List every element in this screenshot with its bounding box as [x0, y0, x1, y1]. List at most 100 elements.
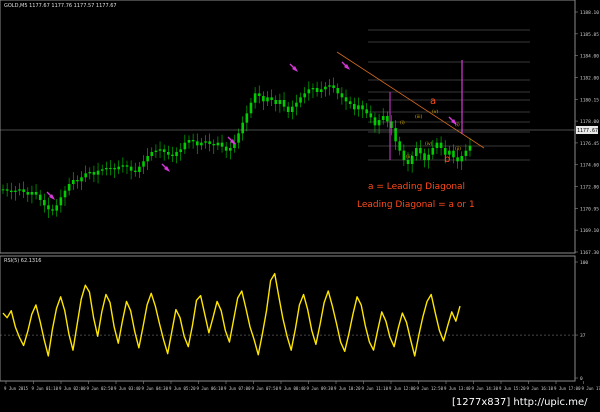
candle-body [80, 177, 83, 182]
candle-body [195, 141, 199, 146]
candle-body [386, 116, 389, 122]
candle-body [423, 153, 426, 160]
time-tick-label: 9 Jun 10:20 [334, 386, 361, 391]
rsi-tick-label: 0 [580, 376, 583, 382]
candle-body [9, 190, 13, 192]
candle-body [47, 205, 50, 210]
candle-body [241, 122, 244, 134]
wave-label: (ii) [455, 146, 461, 152]
candle-body [402, 150, 406, 160]
candle-body [43, 200, 46, 206]
candle-body [414, 148, 418, 156]
candle-body [51, 209, 54, 211]
candle-body [220, 142, 224, 147]
time-tick-label: 9 Jun 04:30 [142, 386, 169, 391]
candle-body [208, 141, 211, 144]
candle-body [109, 168, 112, 169]
candle-body [191, 140, 195, 142]
wave-label: (ii) [406, 154, 412, 160]
candle-body [121, 165, 125, 167]
candle-body [55, 205, 59, 211]
candle-body [224, 146, 228, 151]
candle-body [125, 165, 129, 167]
price-tick-label: 1188.10 [580, 10, 599, 16]
annotation-note-1: a = Leading Diagonal [368, 182, 465, 192]
price-tick-label: 1172.80 [580, 185, 599, 191]
candle-body [324, 86, 327, 90]
price-tick-label: 1169.10 [580, 228, 599, 234]
candle-body [237, 133, 240, 143]
candle-body [274, 100, 278, 104]
rsi-panel[interactable] [0, 255, 576, 382]
time-tick-label: 9 Jun 11:10 [362, 386, 389, 391]
candle-body [229, 148, 232, 151]
rsi-tick-label: 37 [580, 333, 586, 339]
price-tick-label: 1176.45 [580, 141, 599, 147]
candle-body [183, 142, 187, 150]
candle-body [439, 142, 443, 148]
candle-body [299, 97, 302, 103]
trading-chart[interactable]: GOLD,M5 1177.67 1177.76 1177.57 1177.67 … [0, 0, 600, 412]
time-tick-label: 9 Jun 09:30 [307, 386, 334, 391]
candle-body [158, 149, 162, 151]
price-panel[interactable] [0, 0, 576, 254]
candle-body [162, 149, 166, 152]
candle-body [377, 120, 381, 126]
candle-body [129, 166, 133, 171]
candle-body [92, 172, 96, 175]
time-tick-label: 9 Jun 02:00 [59, 386, 86, 391]
price-tick-label: 1184.00 [580, 54, 599, 60]
candle-body [26, 192, 30, 195]
time-tick-label: 9 Jun 13:40 [444, 386, 471, 391]
wave-label-b: b [444, 154, 450, 165]
candle-body [249, 102, 253, 114]
candle-body [468, 145, 472, 151]
candle-body [352, 104, 356, 110]
candle-body [34, 192, 38, 195]
price-tick-label: 1180.15 [580, 97, 599, 103]
candle-body [365, 109, 368, 114]
time-tick-label: 9 Jun 17:00 [554, 386, 581, 391]
candle-body [38, 194, 42, 200]
time-tick-label: 9 Jun 06:10 [197, 386, 224, 391]
candle-body [328, 85, 331, 87]
candle-body [295, 102, 298, 107]
candle-body [373, 117, 377, 126]
candle-body [142, 161, 145, 167]
candle-body [332, 85, 335, 88]
candle-body [71, 180, 75, 184]
candle-body [290, 106, 294, 112]
candle-body [390, 121, 393, 128]
price-tick-label: 1182.00 [580, 75, 599, 81]
candle-body [96, 170, 100, 175]
time-tick-label: 9 Jun 07:00 [224, 386, 251, 391]
candle-body [175, 152, 178, 156]
wave-label: (iv) [425, 141, 433, 147]
candle-body [100, 169, 104, 171]
candle-body [18, 189, 21, 191]
candle-body [262, 96, 265, 102]
candle-body [303, 93, 306, 98]
time-tick-label: 9 Jun 02:50 [87, 386, 114, 391]
candle-body [315, 88, 319, 92]
time-tick-label: 9 Jun 12:50 [417, 386, 444, 391]
time-tick-label: 9 Jun 12:00 [389, 386, 416, 391]
candle-body [369, 113, 373, 118]
candle-body [154, 150, 158, 152]
candle-body [212, 144, 216, 146]
candle-body [348, 101, 352, 104]
candle-body [282, 100, 286, 107]
annotation-note-2: Leading Diagonal = a or 1 [357, 200, 475, 210]
time-tick-label: 9 Jun 14:30 [472, 386, 499, 391]
price-tick-label: 1167.30 [580, 250, 599, 256]
candle-body [340, 93, 344, 98]
candle-body [419, 148, 422, 154]
candle-body [138, 166, 141, 172]
candle-body [286, 106, 290, 112]
candle-body [179, 149, 183, 152]
candle-body [105, 168, 108, 170]
candle-body [319, 89, 323, 92]
candle-body [150, 152, 154, 156]
time-tick-label: 9 Jun 01:10 [32, 386, 59, 391]
time-tick-label: 9 Jun 15:20 [499, 386, 526, 391]
